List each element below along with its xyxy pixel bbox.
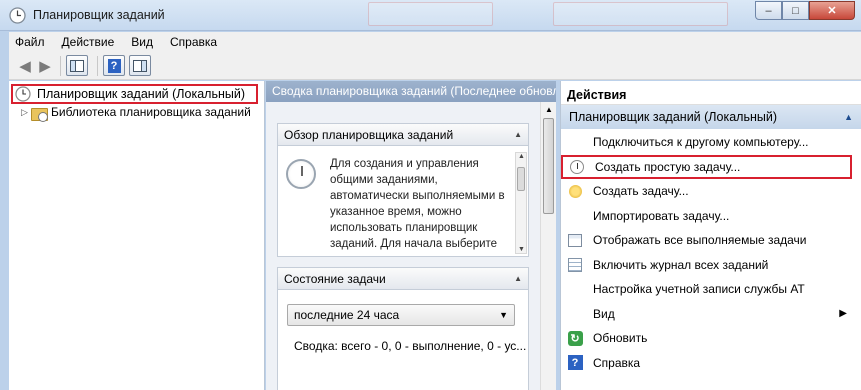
scroll-thumb[interactable] <box>543 118 554 214</box>
scroll-up-icon[interactable]: ▲ <box>518 153 525 160</box>
window-title: Планировщик заданий <box>33 8 165 22</box>
action-pane-icon <box>133 59 147 72</box>
action-display-running-tasks[interactable]: Отображать все выполняемые задачи <box>561 228 861 253</box>
action-enable-history[interactable]: Включить журнал всех заданий <box>561 253 861 278</box>
scroll-up-icon[interactable]: ▲ <box>545 105 553 114</box>
calendar-icon <box>568 233 582 247</box>
background-window-ghost <box>553 2 728 26</box>
collapse-icon[interactable]: ▲ <box>514 130 522 139</box>
scroll-thumb[interactable] <box>517 167 525 191</box>
tree-item-label: Планировщик заданий (Локальный) <box>37 87 245 101</box>
title-bar: Планировщик заданий – □ ✕ <box>0 0 861 31</box>
menu-view[interactable]: Вид <box>131 35 153 49</box>
action-refresh[interactable]: ↻ Обновить <box>561 326 861 351</box>
action-view[interactable]: Вид ▶ <box>561 302 861 327</box>
actions-group-header[interactable]: Планировщик заданий (Локальный) ▲ <box>561 105 861 129</box>
menu-help[interactable]: Справка <box>170 35 217 49</box>
clock-icon <box>15 86 31 102</box>
arrow-left-icon[interactable]: ◀ <box>15 57 35 75</box>
menu-bar: Файл Действие Вид Справка <box>9 32 861 52</box>
toolbar-separator <box>60 55 61 76</box>
menu-file[interactable]: Файл <box>15 35 45 49</box>
toolbar-separator <box>97 55 98 76</box>
console-tree-button[interactable] <box>66 55 88 76</box>
action-create-task[interactable]: Создать задачу... <box>561 179 861 204</box>
tree-item-library[interactable]: ▷ Библиотека планировщика заданий <box>21 105 251 122</box>
blank-icon <box>567 281 583 297</box>
action-pane-button[interactable] <box>129 55 151 76</box>
action-label: Вид <box>593 306 615 321</box>
action-at-service-account[interactable]: Настройка учетной записи службы AT <box>561 277 861 302</box>
action-list: Подключиться к другому компьютеру... Соз… <box>561 130 861 375</box>
task-scheduler-clock-icon <box>9 7 26 24</box>
folder-clock-icon <box>31 106 48 122</box>
action-label: Создать задачу... <box>593 184 689 199</box>
blank-icon <box>567 134 583 150</box>
blank-icon <box>567 306 583 322</box>
scroll-down-icon[interactable]: ▼ <box>518 246 525 253</box>
actions-group-label: Планировщик заданий (Локальный) <box>569 110 777 124</box>
summary-pane: Сводка планировщика заданий (Последнее о… <box>266 81 556 390</box>
action-help[interactable]: ? Справка <box>561 351 861 376</box>
status-summary: Сводка: всего - 0, 0 - выполнение, 0 - у… <box>294 339 527 353</box>
task-status-section: Состояние задачи ▲ последние 24 часа ▼ С… <box>277 267 529 390</box>
sun-icon <box>568 184 582 198</box>
action-label: Импортировать задачу... <box>593 208 730 223</box>
section-title: Обзор планировщика заданий <box>284 127 454 142</box>
close-button[interactable]: ✕ <box>809 1 855 20</box>
help-icon: ? <box>107 58 121 73</box>
summary-scrollbar[interactable]: ▲ <box>540 102 556 390</box>
arrow-right-icon[interactable]: ▶ <box>35 57 55 75</box>
help-button[interactable]: ? <box>103 55 125 76</box>
clock-icon <box>286 159 316 189</box>
toolbar: ◀ ▶ ? <box>9 52 861 80</box>
clock-icon <box>570 159 584 174</box>
tree-item-task-scheduler-local[interactable]: Планировщик заданий (Локальный) <box>11 84 258 104</box>
overview-scrollbar[interactable]: ▲ ▼ <box>515 152 527 254</box>
console-tree: Планировщик заданий (Локальный) ▷ Библио… <box>9 81 265 390</box>
action-connect-computer[interactable]: Подключиться к другому компьютеру... <box>561 130 861 155</box>
overview-section: Обзор планировщика заданий ▲ Для создани… <box>277 123 529 257</box>
actions-title: Действия <box>561 85 861 105</box>
overview-text: Для создания и управления общими задания… <box>330 158 505 256</box>
menu-action[interactable]: Действие <box>62 35 115 49</box>
action-label: Отображать все выполняемые задачи <box>593 233 807 248</box>
expand-arrow-icon[interactable]: ▷ <box>21 107 31 118</box>
minimize-button[interactable]: – <box>755 1 782 20</box>
chevron-down-icon: ▼ <box>499 310 508 320</box>
task-status-section-header[interactable]: Состояние задачи ▲ <box>278 268 528 290</box>
list-icon <box>568 257 582 272</box>
period-select[interactable]: последние 24 часа ▼ <box>287 304 515 326</box>
submenu-arrow-icon: ▶ <box>839 308 847 320</box>
maximize-button[interactable]: □ <box>782 1 809 20</box>
action-label: Справка <box>593 355 641 370</box>
collapse-icon[interactable]: ▲ <box>514 274 522 283</box>
section-title: Состояние задачи <box>284 271 386 286</box>
console-tree-icon <box>70 59 84 72</box>
action-label: Настройка учетной записи службы AT <box>593 282 805 297</box>
tree-item-label: Библиотека планировщика заданий <box>51 105 251 119</box>
actions-pane: Действия Планировщик заданий (Локальный)… <box>560 81 861 390</box>
background-window-ghost <box>368 2 493 26</box>
period-select-value: последние 24 часа <box>294 308 400 322</box>
action-label: Создать простую задачу... <box>595 159 741 174</box>
action-label: Включить журнал всех заданий <box>593 257 769 272</box>
action-create-basic-task[interactable]: Создать простую задачу... <box>561 154 852 179</box>
action-label: Подключиться к другому компьютеру... <box>593 135 809 150</box>
refresh-icon: ↻ <box>567 330 583 346</box>
collapse-icon[interactable]: ▲ <box>844 112 853 122</box>
help-icon: ? <box>567 355 583 371</box>
summary-header: Сводка планировщика заданий (Последнее о… <box>266 81 556 102</box>
overview-section-header[interactable]: Обзор планировщика заданий ▲ <box>278 124 528 146</box>
blank-icon <box>567 208 583 224</box>
action-import-task[interactable]: Импортировать задачу... <box>561 204 861 229</box>
action-label: Обновить <box>593 331 648 346</box>
